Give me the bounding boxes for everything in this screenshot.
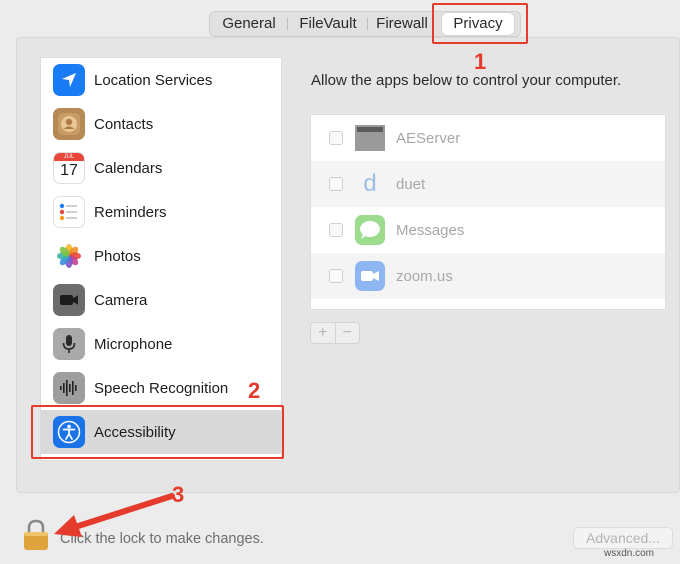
contacts-icon: [53, 108, 85, 140]
calendar-day-label: 17: [60, 162, 78, 179]
calendar-month-label: JUL: [54, 153, 84, 161]
watermark: wsxdn.com: [604, 548, 655, 559]
checkbox-aeserver[interactable]: [329, 131, 343, 145]
annotation-arrow: [54, 493, 175, 537]
list-item[interactable]: AEServer: [311, 115, 665, 161]
location-arrow-icon: [53, 64, 85, 96]
app-list: AEServer d duet Messages zoom.us: [310, 114, 666, 310]
photos-icon: [53, 240, 85, 272]
description-text: Allow the apps below to control your com…: [311, 72, 622, 89]
sidebar-item-microphone[interactable]: Microphone: [41, 322, 281, 366]
add-app-button[interactable]: +: [311, 323, 335, 343]
sidebar-item-calendars[interactable]: JUL 17 Calendars: [41, 146, 281, 190]
sidebar-item-label: Location Services: [94, 71, 213, 89]
sidebar-item-reminders[interactable]: Reminders: [41, 190, 281, 234]
list-item[interactable]: d duet: [311, 161, 665, 207]
sidebar-item-label: Contacts: [94, 115, 154, 133]
sidebar-item-speech-recognition[interactable]: Speech Recognition: [41, 366, 281, 410]
sidebar-item-contacts[interactable]: Contacts: [41, 102, 281, 146]
sidebar-item-label: Camera: [94, 291, 148, 309]
tab-filevault[interactable]: FileVault: [288, 13, 368, 35]
duet-icon: d: [355, 169, 385, 199]
calendar-icon: JUL 17: [53, 152, 85, 184]
zoom-icon: [355, 261, 385, 291]
list-item[interactable]: zoom.us: [311, 253, 665, 299]
checkbox-messages[interactable]: [329, 223, 343, 237]
microphone-icon: [53, 328, 85, 360]
app-name: Messages: [396, 221, 465, 239]
sidebar-item-label: Microphone: [94, 335, 173, 353]
app-name: AEServer: [396, 129, 461, 147]
sidebar-item-photos[interactable]: Photos: [41, 234, 281, 278]
app-name: duet: [396, 175, 426, 193]
app-name: zoom.us: [396, 267, 453, 285]
advanced-button[interactable]: Advanced...: [573, 527, 673, 549]
annotation-number-2: 2: [248, 378, 261, 403]
duet-icon-letter: d: [363, 170, 377, 197]
privacy-category-list: Location Services Contacts JUL 17 Calend…: [40, 57, 282, 461]
reminders-icon: [53, 196, 85, 228]
camera-icon: [53, 284, 85, 316]
lock-icon[interactable]: [22, 519, 50, 551]
checkbox-duet[interactable]: [329, 177, 343, 191]
tab-firewall[interactable]: Firewall: [368, 13, 436, 35]
remove-app-button[interactable]: −: [336, 323, 360, 343]
checkbox-zoom[interactable]: [329, 269, 343, 283]
server-icon: [355, 123, 385, 153]
tab-general[interactable]: General: [210, 13, 288, 35]
sidebar-item-location-services[interactable]: Location Services: [41, 58, 281, 102]
sidebar-item-label: Reminders: [94, 203, 167, 221]
waveform-icon: [53, 372, 85, 404]
sidebar-item-label: Calendars: [94, 159, 163, 177]
add-remove-control: + −: [310, 322, 360, 344]
highlight-box-accessibility: [31, 405, 284, 459]
messages-icon: [355, 215, 385, 245]
sidebar-item-label: Photos: [94, 247, 141, 265]
sidebar-item-camera[interactable]: Camera: [41, 278, 281, 322]
sidebar-item-label: Speech Recognition: [94, 379, 229, 397]
highlight-box-privacy-tab: [432, 3, 528, 44]
annotation-number-1: 1: [474, 49, 487, 74]
list-item[interactable]: Messages: [311, 207, 665, 253]
